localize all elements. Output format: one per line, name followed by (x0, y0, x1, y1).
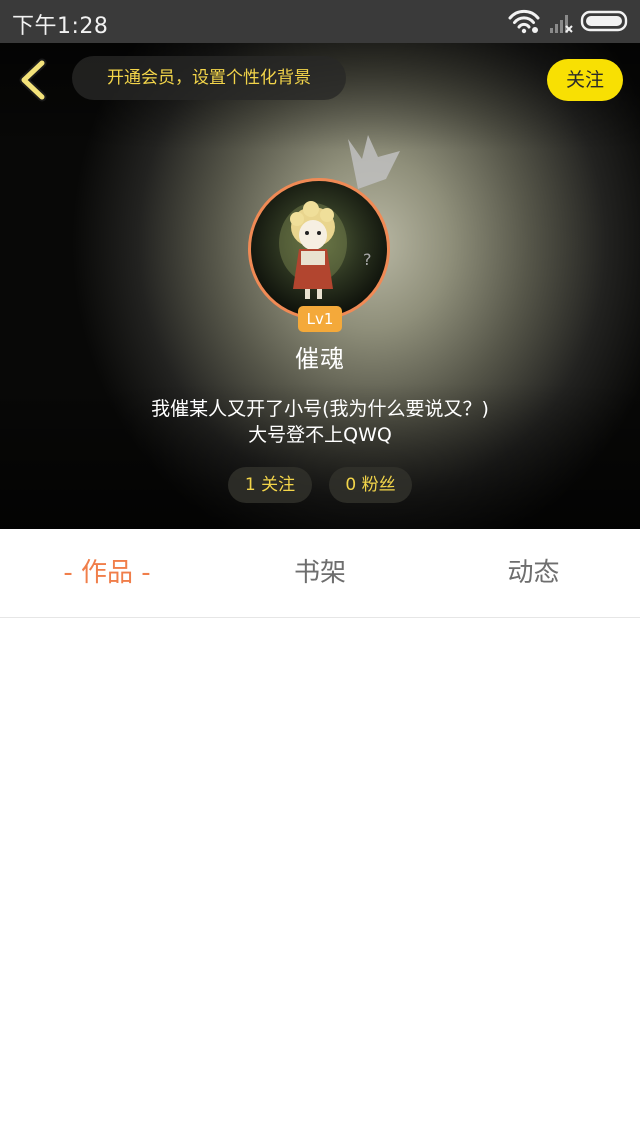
tab-works-label: 作品 (80, 558, 133, 588)
profile-tabs: - 作品 - 书架 动态 (0, 529, 640, 618)
active-tab-dash: - (141, 558, 151, 588)
username: 催魂 (295, 345, 345, 373)
tab-feed[interactable]: 动态 (427, 529, 640, 617)
battery-icon (580, 10, 628, 32)
vip-banner[interactable]: 开通会员，设置个性化背景 (72, 56, 346, 100)
wifi-icon (508, 9, 540, 34)
avatar-image: ? (279, 201, 372, 299)
chevron-left-icon (19, 58, 47, 102)
avatar[interactable]: ? (248, 178, 390, 320)
active-tab-dash: - (63, 558, 73, 588)
back-button[interactable] (12, 57, 56, 103)
bio-line: 我催某人又开了小号(我为什么要说又？) (151, 398, 489, 420)
following-count-button[interactable]: 1 关注 (228, 467, 312, 503)
tab-works[interactable]: - 作品 - (0, 529, 214, 617)
follow-button[interactable]: 关注 (547, 59, 623, 101)
bio-line: 大号登不上QWQ (248, 424, 392, 446)
status-bar: 下午1:28 (0, 0, 640, 43)
profile-header: 开通会员，设置个性化背景 关注 ? Lv1 催魂 我催某人又开了小号(我为什么要… (0, 43, 640, 529)
level-badge: Lv1 (298, 306, 342, 332)
status-time: 下午1:28 (12, 14, 109, 39)
tab-bookshelf[interactable]: 书架 (213, 529, 427, 617)
fans-count-button[interactable]: 0 粉丝 (329, 467, 412, 503)
signal-icon (550, 15, 573, 33)
profile-screen: 下午1:28 开通会员，设置个性化背景 关注 ? Lv1 催魂 我催某人又开了小… (0, 0, 640, 1138)
svg-text:?: ? (363, 250, 372, 269)
works-content-area (0, 618, 640, 1138)
user-bio: 我催某人又开了小号(我为什么要说又？) 大号登不上QWQ (0, 396, 640, 448)
status-icons (508, 9, 630, 35)
